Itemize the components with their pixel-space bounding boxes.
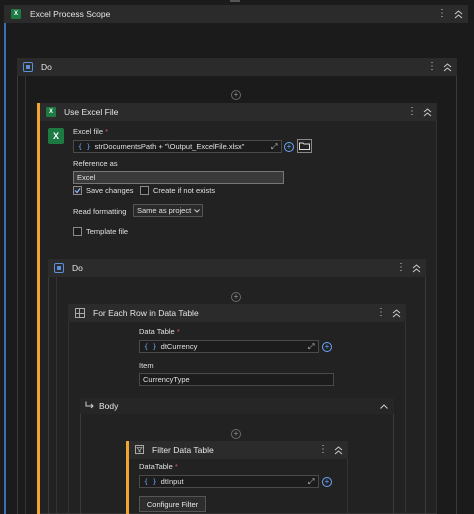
body-title: Body xyxy=(99,401,119,411)
expression-icon: { } xyxy=(78,142,91,151)
do-outer-border-right xyxy=(456,76,457,514)
read-formatting-value: Same as project xyxy=(137,206,192,215)
table-icon xyxy=(75,308,85,318)
reference-as-input[interactable]: Excel xyxy=(73,171,284,184)
excel-file-input[interactable]: { } strDocumentsPath + "\Output_ExcelFil… xyxy=(73,140,282,153)
plus-menu-icon[interactable]: + xyxy=(284,142,294,152)
create-if-not-exists-label: Create if not exists xyxy=(153,186,216,195)
do-inner-border-right xyxy=(425,277,426,514)
save-changes-label: Save changes xyxy=(86,186,134,195)
excel-icon: X xyxy=(46,107,56,117)
read-formatting-label: Read formatting xyxy=(73,207,127,216)
filter-title: Filter Data Table xyxy=(152,445,214,455)
data-table-value: dtCurrency xyxy=(160,342,198,351)
item-label: Item xyxy=(139,361,154,370)
for-each-title: For Each Row in Data Table xyxy=(93,308,199,318)
do-outer-inner-line xyxy=(25,76,26,514)
do-outer-border-left xyxy=(17,76,18,514)
top-connector xyxy=(230,0,240,2)
scope-accent-bar xyxy=(4,23,6,514)
do-inner-inner-line xyxy=(56,277,57,514)
sequence-icon xyxy=(23,62,33,72)
collapse-icon[interactable] xyxy=(452,8,464,20)
plus-menu-icon[interactable]: + xyxy=(322,477,332,487)
expression-icon: { } xyxy=(144,342,157,351)
filter-datatable-value: dtInput xyxy=(160,477,184,486)
reference-as-label: Reference as xyxy=(73,159,118,168)
body-header[interactable]: Body xyxy=(80,398,394,414)
do-outer-header[interactable]: Do ⋮ xyxy=(17,58,457,76)
item-value: CurrencyType xyxy=(143,375,190,384)
selection-accent xyxy=(37,103,40,514)
add-activity-icon[interactable]: + xyxy=(231,90,241,100)
plus-menu-icon[interactable]: + xyxy=(322,342,332,352)
create-if-not-exists-checkbox[interactable] xyxy=(140,186,149,195)
browse-folder-icon[interactable] xyxy=(297,139,312,153)
more-options-icon[interactable]: ⋮ xyxy=(317,445,329,455)
filter-datatable-input[interactable]: { } dtInput ⤢ xyxy=(139,475,319,488)
read-formatting-dropdown[interactable]: Same as project xyxy=(133,204,203,217)
expand-icon[interactable]: ⤢ xyxy=(308,477,318,487)
body-arrow-icon xyxy=(85,401,95,411)
more-options-icon[interactable]: ⋮ xyxy=(406,107,418,117)
use-excel-title: Use Excel File xyxy=(64,107,119,117)
reference-as-value: Excel xyxy=(77,173,96,182)
expression-icon: { } xyxy=(144,477,157,486)
excel-file-value: strDocumentsPath + "\Output_ExcelFile.xl… xyxy=(94,142,245,151)
filter-datatable-label: DataTable * xyxy=(139,462,178,471)
scope-title: Excel Process Scope xyxy=(30,9,111,19)
use-excel-file-header[interactable]: X Use Excel File ⋮ xyxy=(40,103,437,121)
body-border-right xyxy=(393,414,394,514)
filter-data-table-header[interactable]: Filter Data Table ⋮ xyxy=(129,441,348,459)
add-activity-icon[interactable]: + xyxy=(231,292,241,302)
template-file-label: Template file xyxy=(86,227,129,236)
collapse-icon[interactable] xyxy=(421,106,433,118)
collapse-icon[interactable] xyxy=(390,307,402,319)
add-activity-icon[interactable]: + xyxy=(231,429,241,439)
expand-icon[interactable]: ⤢ xyxy=(308,342,318,352)
do-inner-header[interactable]: Do ⋮ xyxy=(48,259,426,277)
more-options-icon[interactable]: ⋮ xyxy=(426,62,438,72)
collapse-icon[interactable] xyxy=(441,61,453,73)
excel-logo-icon: X xyxy=(48,128,64,144)
chevron-down-icon xyxy=(194,206,201,215)
collapse-icon[interactable] xyxy=(410,262,422,274)
excel-file-label: Excel file * xyxy=(73,127,109,136)
expand-icon[interactable]: ⤢ xyxy=(271,142,281,152)
excel-icon: X xyxy=(11,9,21,19)
excel-process-scope-header[interactable]: X Excel Process Scope ⋮ xyxy=(4,5,468,23)
for-each-row-header[interactable]: For Each Row in Data Table ⋮ xyxy=(68,304,406,322)
do-outer-title: Do xyxy=(41,62,52,72)
save-changes-checkbox[interactable] xyxy=(73,186,82,195)
sequence-icon xyxy=(54,263,64,273)
body-border-left xyxy=(80,414,81,514)
filter-icon xyxy=(135,444,145,456)
template-file-checkbox[interactable] xyxy=(73,227,82,236)
chevron-up-icon[interactable] xyxy=(378,400,390,412)
data-table-label: Data Table * xyxy=(139,327,180,336)
data-table-input[interactable]: { } dtCurrency ⤢ xyxy=(139,340,319,353)
collapse-icon[interactable] xyxy=(332,444,344,456)
more-options-icon[interactable]: ⋮ xyxy=(436,9,448,19)
more-options-icon[interactable]: ⋮ xyxy=(395,263,407,273)
do-inner-title: Do xyxy=(72,263,83,273)
item-input[interactable]: CurrencyType xyxy=(139,373,334,386)
configure-filter-button[interactable]: Configure Filter xyxy=(139,496,206,512)
more-options-icon[interactable]: ⋮ xyxy=(375,308,387,318)
do-inner-border-left xyxy=(48,277,49,514)
